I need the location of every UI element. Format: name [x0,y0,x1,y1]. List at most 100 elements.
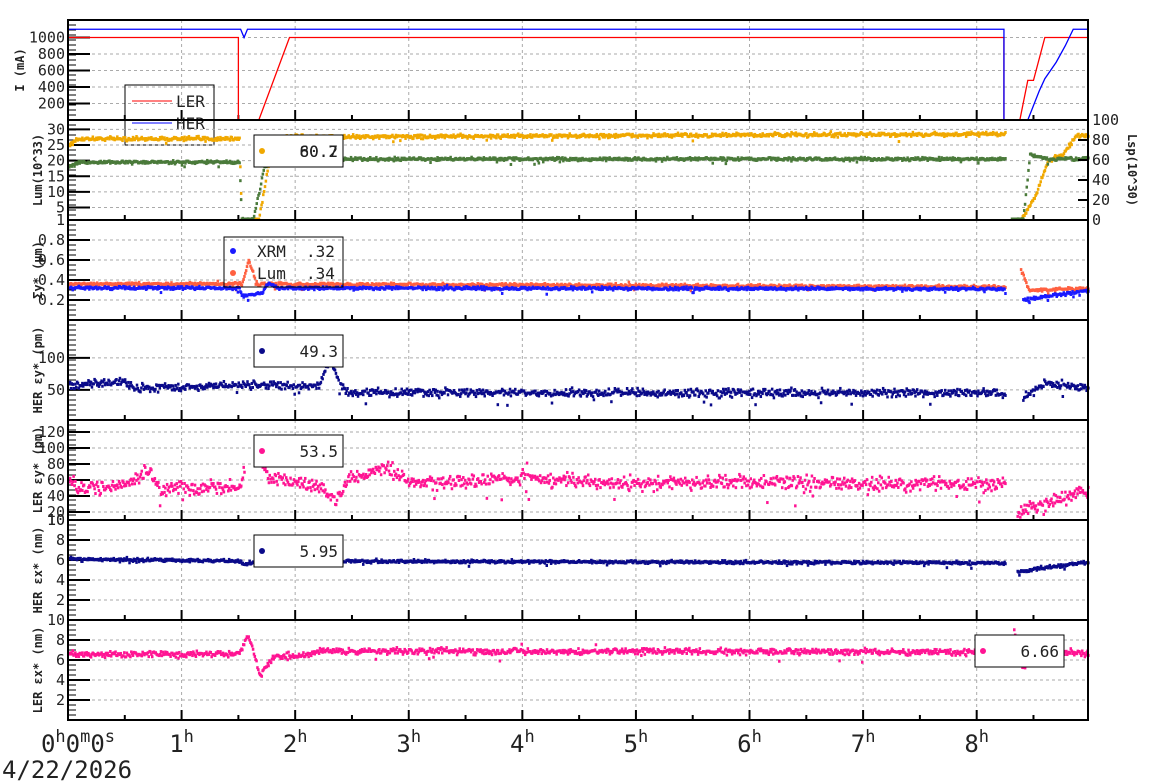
data-point [259,207,262,211]
data-point [685,285,688,289]
data-point [1025,185,1029,189]
data-point [855,160,859,164]
data-point [1046,162,1050,166]
data-point [421,137,425,141]
legend-label: LER [176,92,205,111]
legend-label: XRM [257,242,286,261]
data-point [71,143,74,147]
data-point [239,165,242,169]
data-point [690,286,694,290]
y-tick-label: 20 [47,152,65,170]
data-point [251,269,255,273]
data-point [1025,281,1028,285]
data-point [69,386,73,390]
data-point [829,130,833,134]
y-tick-label: 200 [38,94,65,112]
legend-value: 60.2 [299,142,338,161]
data-point [1041,173,1045,177]
data-point [118,376,122,380]
data-point [124,381,128,385]
data-point [590,290,594,294]
legend-label: Lum [257,264,286,283]
data-point [159,291,163,295]
legend-marker [259,148,265,154]
y-axis-label: Lum(10^33) [31,134,45,206]
data-point [1038,183,1042,187]
data-point [489,136,493,140]
data-point [692,291,695,295]
data-point [239,198,243,202]
y-tick-label: 50 [47,381,65,399]
data-point [123,378,127,382]
data-point [255,202,259,206]
y-tick-label: 1000 [29,28,65,46]
data-point [485,138,489,142]
data-point [252,214,256,218]
data-point [429,161,432,165]
right-axis-label: Lsp(10^30) [1125,134,1139,206]
data-point [1027,168,1030,172]
data-point [256,196,259,200]
data-point [545,292,548,296]
data-point [253,276,257,280]
data-point [216,279,220,283]
data-point [533,162,536,166]
data-point [537,161,541,165]
data-point [254,206,258,210]
data-point [244,269,248,273]
data-point [509,162,513,166]
right-y-tick-label: 40 [1092,171,1110,189]
data-point [228,138,232,142]
data-point [217,165,220,169]
data-point [551,138,554,142]
data-point [1039,180,1042,184]
data-point [239,179,242,183]
panel-2: 0.20.40.60.8Σy* (µm) XRM .32Lum .34 [31,219,1090,321]
data-point [725,159,728,163]
legend-marker [230,270,236,276]
data-point [258,191,261,195]
data-point [1036,187,1040,191]
data-point [262,168,265,172]
data-point [253,210,257,214]
data-point [236,290,240,294]
data-point [121,139,124,143]
data-point [244,271,247,275]
data-point [139,390,142,394]
data-point [1026,296,1030,300]
data-point [156,390,160,394]
data-point [1072,295,1075,299]
data-point [245,265,249,269]
data-point [836,135,840,139]
data-point [106,383,109,387]
data-point [127,380,130,384]
data-point [445,283,449,287]
data-point [1026,178,1029,182]
data-point [500,291,504,295]
data-point [204,139,207,143]
data-point [180,163,184,167]
y-axis-label: HER εy* (pm) [31,327,45,414]
data-point [1024,193,1028,197]
data-point [392,140,395,144]
data-point [614,281,618,285]
legend-value: .32 [306,242,335,261]
data-point [123,136,127,140]
data-point [183,135,186,139]
data-point [1029,203,1032,207]
data-point [129,381,133,385]
data-point [977,161,980,165]
legend-label: HER [176,114,205,133]
data-point [265,172,269,176]
right-y-tick-label: 100 [1092,111,1119,129]
data-point [260,176,264,180]
data-point [154,387,157,391]
legend-marker [230,248,236,254]
data-point [1024,211,1028,215]
data-point [1023,202,1027,206]
data-point [92,382,95,386]
data-point [163,382,167,386]
data-point [897,140,901,144]
data-point [259,182,263,186]
data-point [140,386,143,390]
